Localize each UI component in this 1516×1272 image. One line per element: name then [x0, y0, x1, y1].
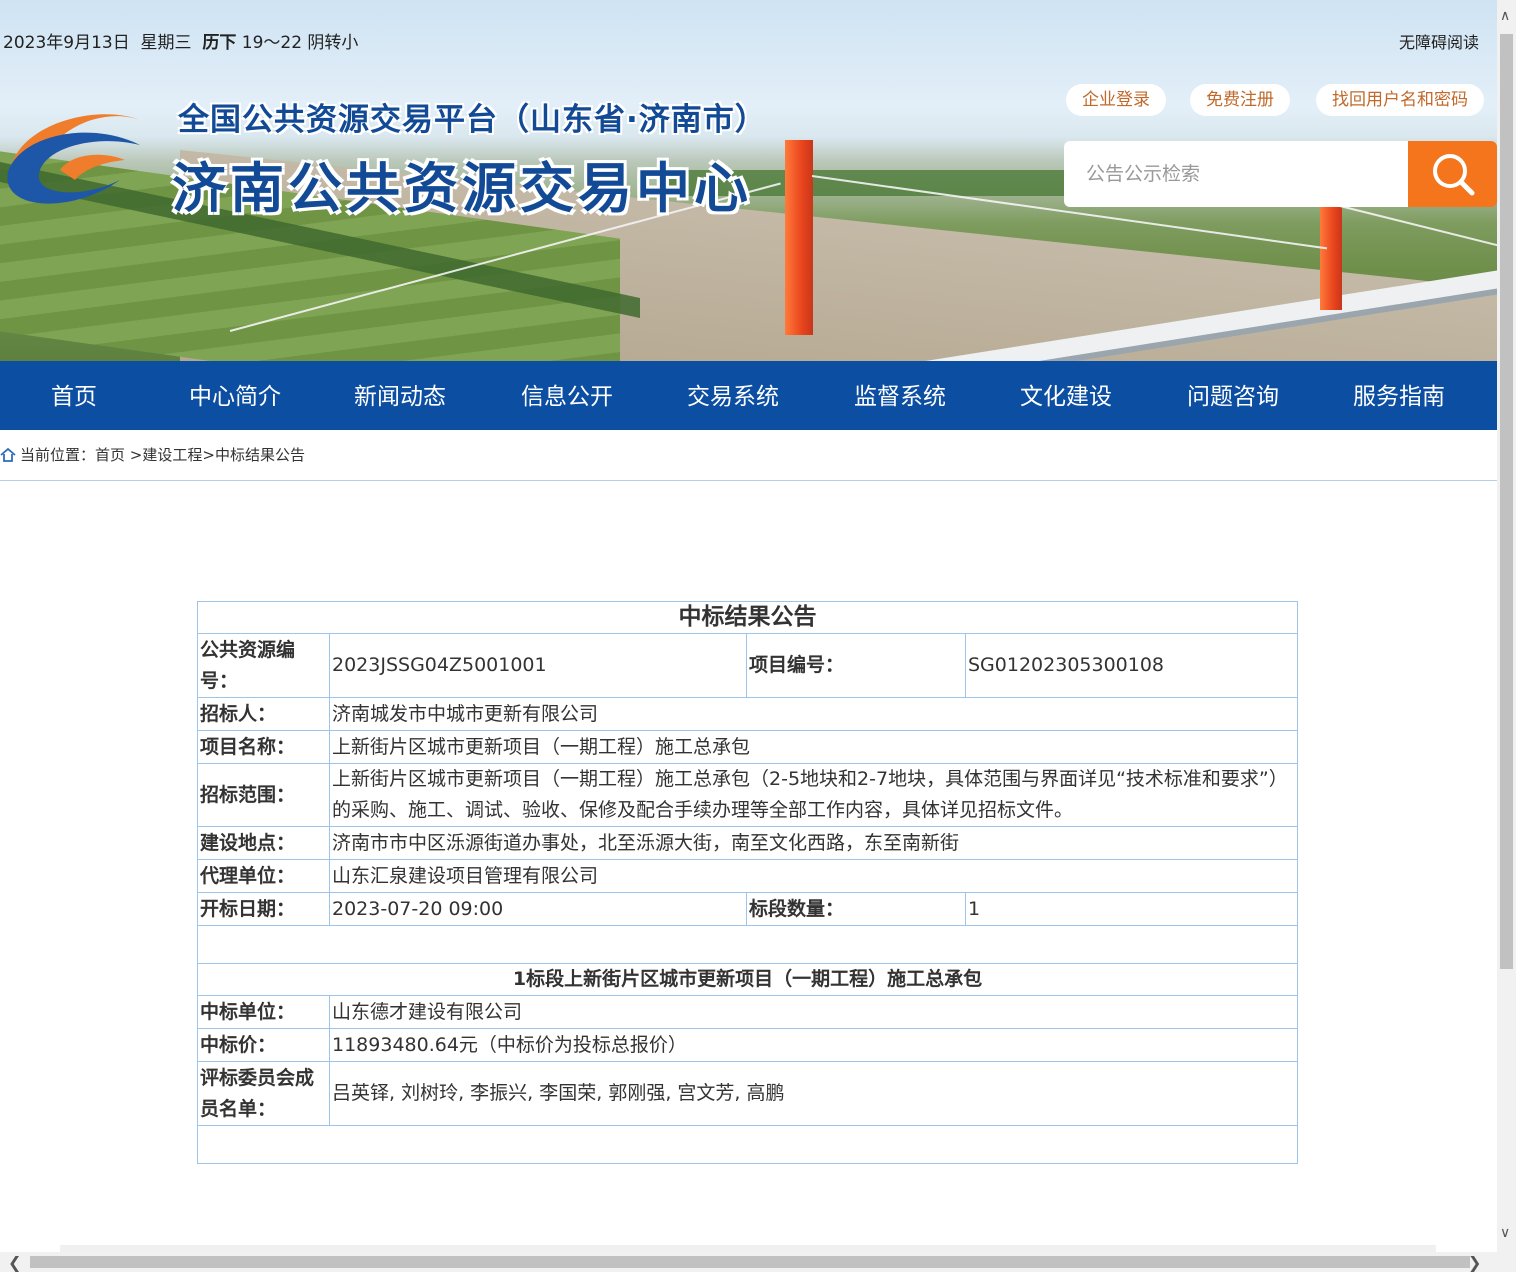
- tenderer-value: 济南城发市中城市更新有限公司: [329, 697, 1298, 731]
- nav-news[interactable]: 新闻动态: [340, 361, 460, 430]
- date-text: 2023年9月13日: [3, 33, 130, 53]
- site-logo: [7, 114, 150, 204]
- winner-value: 山东德才建设有限公司: [329, 995, 1298, 1029]
- project-name-value: 上新街片区城市更新项目（一期工程）施工总承包: [329, 730, 1298, 764]
- tenderer-label: 招标人：: [197, 697, 330, 731]
- search-input[interactable]: 公告公示检索: [1064, 141, 1408, 207]
- location-value: 济南市市中区泺源街道办事处，北至泺源大街，南至文化西路，东至南新街: [329, 826, 1298, 860]
- banner-bridge-tower: [785, 140, 813, 335]
- nav-consulting[interactable]: 问题咨询: [1173, 361, 1293, 430]
- sections-label: 标段数量：: [746, 892, 966, 926]
- nav-about[interactable]: 中心简介: [175, 361, 295, 430]
- site-title: 济南公共资源交易中心: [172, 157, 752, 220]
- nav-info-disclosure[interactable]: 信息公开: [507, 361, 627, 430]
- agent-value: 山东汇泉建设项目管理有限公司: [329, 859, 1298, 893]
- section-title: 1标段上新街片区城市更新项目（一期工程）施工总承包: [197, 963, 1298, 996]
- open-date-value: 2023-07-20 09:00: [329, 892, 747, 926]
- scroll-left-icon[interactable]: ❮: [8, 1253, 21, 1272]
- horizontal-scroll-thumb[interactable]: [30, 1256, 1470, 1268]
- nav-culture[interactable]: 文化建设: [1006, 361, 1126, 430]
- award-notice-table: 中标结果公告 公共资源编号： 2023JSSG04Z5001001 项目编号： …: [197, 601, 1298, 1164]
- login-button[interactable]: 企业登录: [1066, 84, 1166, 116]
- date-weather: 2023年9月13日 星期三 历下 19～22 阴转小: [3, 28, 358, 53]
- home-icon: [0, 448, 16, 462]
- district-text: 历下: [202, 33, 237, 53]
- winner-label: 中标单位：: [197, 995, 330, 1029]
- weekday-text: 星期三: [140, 33, 192, 53]
- scroll-right-icon[interactable]: ❯: [1468, 1253, 1481, 1272]
- header-banner: 2023年9月13日 星期三 历下 19～22 阴转小 无障碍阅读 全国公共资源…: [0, 0, 1497, 361]
- search-button[interactable]: [1408, 141, 1497, 207]
- location-label: 建设地点：: [197, 826, 330, 860]
- open-date-label: 开标日期：: [197, 892, 330, 926]
- nav-home[interactable]: 首页: [14, 361, 134, 430]
- price-value: 11893480.64元（中标价为投标总报价）: [329, 1028, 1298, 1062]
- sections-value: 1: [965, 892, 1298, 926]
- recover-account-button[interactable]: 找回用户名和密码: [1316, 84, 1484, 116]
- blank-row: [197, 925, 1298, 964]
- breadcrumb-construction[interactable]: 建设工程: [142, 446, 202, 464]
- scope-value: 上新街片区城市更新项目（一期工程）施工总承包（2-5地块和2-7地块，具体范围与…: [329, 763, 1298, 827]
- search-icon: [1433, 154, 1475, 196]
- breadcrumb-award-notice[interactable]: 中标结果公告: [215, 446, 305, 464]
- notice-title: 中标结果公告: [197, 601, 1298, 634]
- project-name-label: 项目名称：: [197, 730, 330, 764]
- breadcrumb-divider: [0, 480, 1497, 481]
- price-label: 中标价：: [197, 1028, 330, 1062]
- breadcrumb-prefix: 当前位置：: [20, 446, 96, 464]
- scroll-down-icon[interactable]: ∨: [1500, 1225, 1510, 1241]
- resource-no-value: 2023JSSG04Z5001001: [329, 633, 747, 698]
- nav-trading-system[interactable]: 交易系统: [673, 361, 793, 430]
- scroll-up-icon[interactable]: ∧: [1500, 8, 1510, 24]
- scope-label: 招标范围：: [197, 763, 330, 827]
- committee-label: 评标委员会成员名单：: [197, 1061, 330, 1126]
- project-no-label: 项目编号：: [746, 633, 966, 698]
- nav-service-guide[interactable]: 服务指南: [1339, 361, 1459, 430]
- blank-row: [197, 1125, 1298, 1164]
- site-subtitle: 全国公共资源交易平台（山东省·济南市）: [178, 102, 767, 138]
- register-button[interactable]: 免费注册: [1190, 84, 1290, 116]
- breadcrumb: 当前位置：首页 >建设工程>中标结果公告: [0, 444, 305, 465]
- nav-supervision[interactable]: 监督系统: [840, 361, 960, 430]
- main-nav: 首页 中心简介 新闻动态 信息公开 交易系统 监督系统 文化建设 问题咨询 服务…: [0, 361, 1497, 430]
- breadcrumb-home[interactable]: 首页: [95, 446, 125, 464]
- agent-label: 代理单位：: [197, 859, 330, 893]
- accessible-reading-link[interactable]: 无障碍阅读: [1399, 29, 1479, 53]
- resource-no-label: 公共资源编号：: [197, 633, 330, 698]
- weather-text: 19～22 阴转小: [241, 33, 359, 53]
- committee-value: 吕英铎, 刘树玲, 李振兴, 李国荣, 郭刚强, 宫文芳, 高鹏: [329, 1061, 1298, 1126]
- banner-bridge-cable: [1339, 205, 1497, 249]
- vertical-scroll-thumb[interactable]: [1500, 34, 1513, 969]
- banner-bridge-tower: [1320, 200, 1342, 310]
- project-no-value: SG01202305300108: [965, 633, 1298, 698]
